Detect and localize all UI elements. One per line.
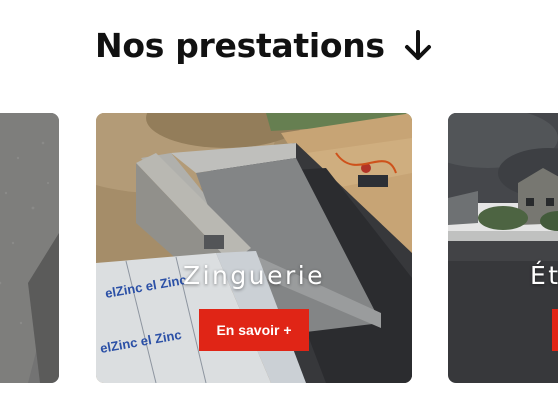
arrow-down-icon	[404, 29, 431, 60]
section-heading: Nos prestations	[95, 26, 433, 65]
learn-more-button[interactable]	[552, 309, 558, 351]
card-title: Zinguerie	[182, 261, 326, 290]
section-title: Nos prestations	[95, 26, 385, 65]
learn-more-label: En savoir +	[216, 322, 292, 338]
card-title: Ét	[530, 261, 558, 290]
service-card-next[interactable]: Ét	[448, 113, 558, 383]
card-image	[0, 113, 59, 383]
card-image	[448, 113, 558, 383]
service-card-zinguerie[interactable]: elZinc el Zinc elZinc el Zinc Zinguerie …	[96, 113, 412, 383]
learn-more-button[interactable]: En savoir +	[199, 309, 309, 351]
service-card-previous[interactable]	[0, 113, 59, 383]
